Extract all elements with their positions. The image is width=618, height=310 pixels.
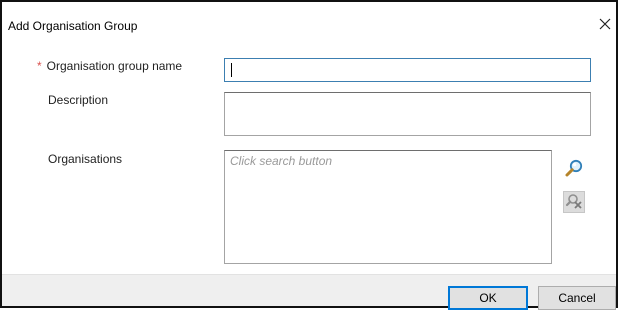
name-label-text: Organisation group name	[46, 59, 183, 73]
organisations-list[interactable]: Click search button	[224, 150, 552, 264]
text-caret	[231, 63, 232, 77]
description-textarea[interactable]	[224, 92, 591, 136]
dialog-footer: OK Cancel	[2, 274, 616, 310]
organisations-placeholder: Click search button	[230, 154, 333, 168]
search-icon	[564, 158, 584, 181]
title-bar: Add Organisation Group	[2, 2, 616, 38]
close-button[interactable]	[596, 16, 614, 34]
add-organisation-group-dialog: Add Organisation Group * Organisation gro…	[0, 0, 618, 310]
ok-button[interactable]: OK	[448, 286, 528, 310]
description-label: Description	[48, 93, 109, 107]
remove-button[interactable]	[563, 191, 585, 213]
required-marker: *	[37, 59, 42, 73]
organisations-label: Organisations	[48, 152, 123, 166]
organisation-group-name-input[interactable]	[224, 58, 591, 82]
remove-icon	[565, 192, 583, 213]
organisation-group-name-label: * Organisation group name	[37, 59, 182, 73]
dialog-title: Add Organisation Group	[8, 19, 138, 33]
cancel-button[interactable]: Cancel	[538, 286, 616, 310]
search-button[interactable]	[563, 158, 585, 180]
close-icon	[599, 18, 611, 33]
